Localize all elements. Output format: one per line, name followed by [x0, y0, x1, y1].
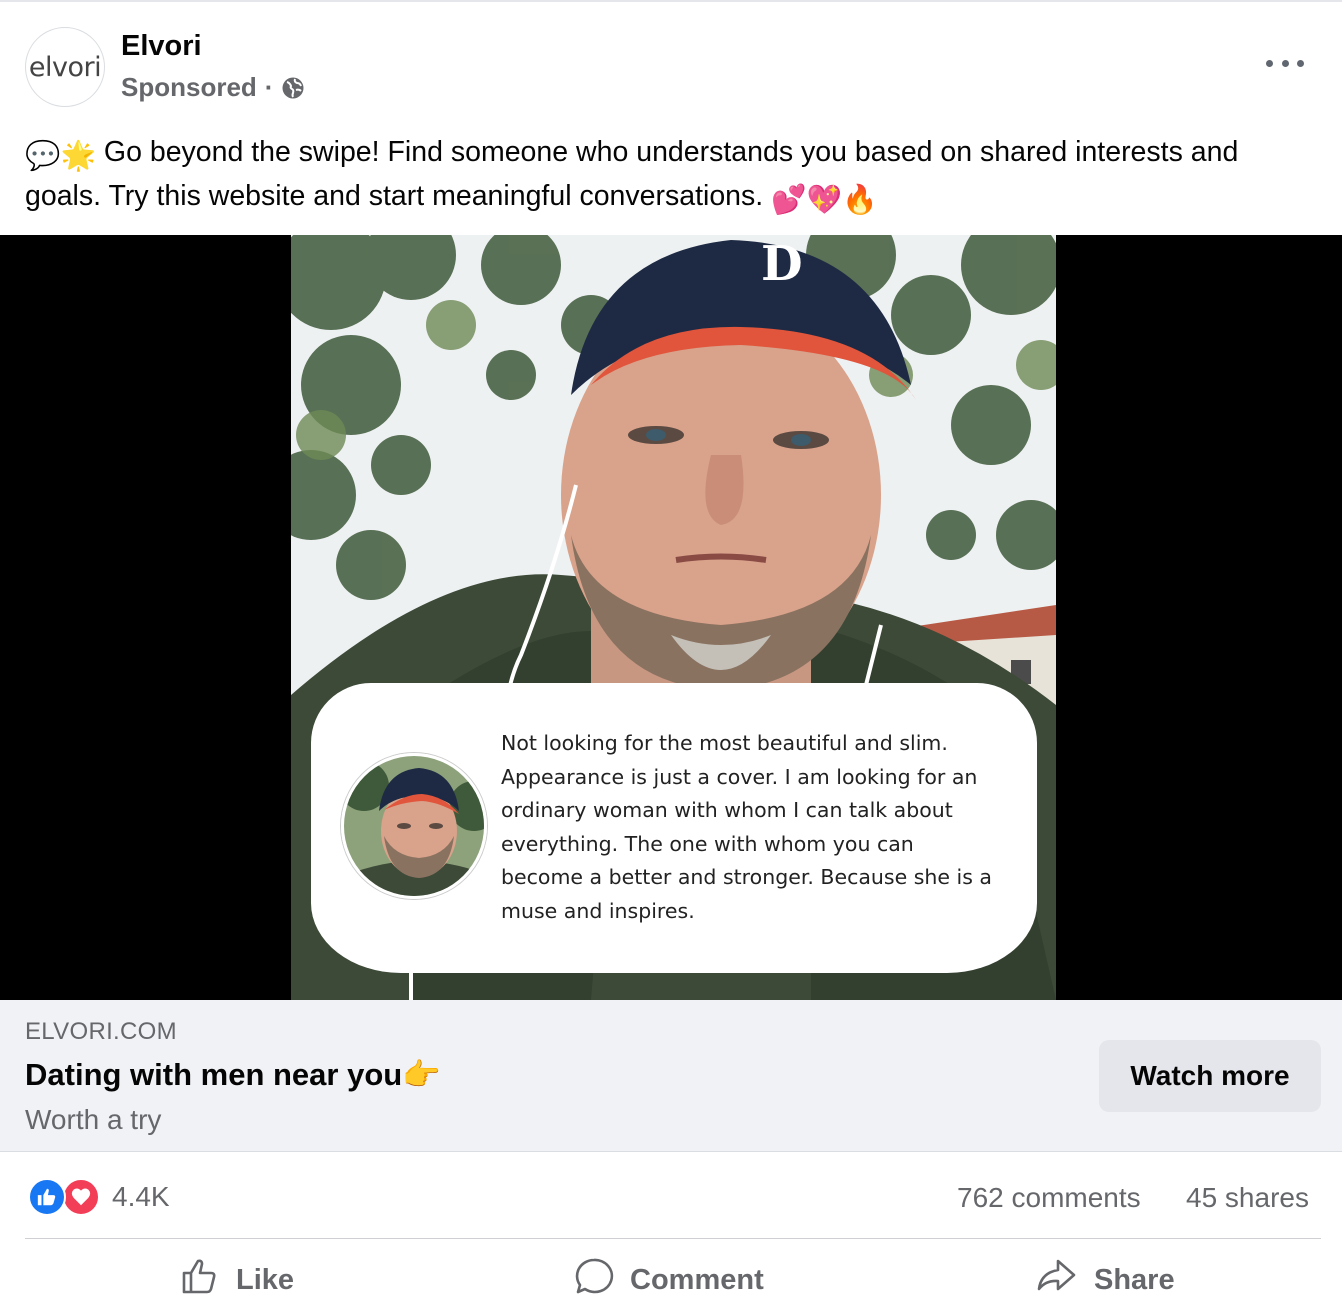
more-options-icon[interactable]	[1262, 50, 1308, 76]
caption-tail-emoji: 💕💖🔥	[771, 184, 878, 216]
link-domain[interactable]: ELVORI.COM	[25, 1018, 177, 1046]
like-button[interactable]: Like	[180, 1256, 294, 1304]
caption-lead-emoji: 💬🌟	[25, 140, 96, 172]
link-headline[interactable]: Dating with men near you👉	[25, 1056, 441, 1093]
post-stats: 4.4K 762 comments 45 shares	[0, 1154, 1342, 1238]
post-actions: Like Comment Share	[0, 1246, 1342, 1310]
reaction-count: 4.4K	[112, 1181, 170, 1212]
share-button[interactable]: Share	[1036, 1256, 1175, 1304]
share-label: Share	[1094, 1263, 1175, 1296]
post-meta: Sponsored ·	[121, 72, 305, 103]
page-avatar[interactable]: elvori	[25, 27, 105, 107]
love-reaction-icon	[62, 1178, 100, 1216]
reactions-summary[interactable]: 4.4K	[28, 1178, 170, 1216]
ad-photo[interactable]: D Not looking for the most beautiful and…	[291, 235, 1056, 1000]
globe-icon[interactable]	[281, 76, 305, 100]
link-subtitle: Worth a try	[25, 1104, 162, 1135]
page-name[interactable]: Elvori	[121, 30, 202, 63]
comment-icon	[574, 1256, 614, 1304]
comment-label: Comment	[630, 1263, 764, 1296]
sponsored-post: elvori Elvori Sponsored · 💬🌟 Go beyond t…	[0, 0, 1342, 1310]
link-preview[interactable]: ELVORI.COM Dating with men near you👉 Wor…	[0, 1000, 1342, 1152]
comments-count[interactable]: 762 comments	[957, 1182, 1141, 1214]
svg-text:D: D	[761, 236, 803, 292]
post-media[interactable]: D Not looking for the most beautiful and…	[0, 235, 1342, 1000]
post-caption: 💬🌟 Go beyond the swipe! Find someone who…	[25, 132, 1315, 220]
quote-avatar-image	[341, 753, 487, 899]
share-icon	[1036, 1256, 1078, 1304]
quote-text: Not looking for the most beautiful and s…	[501, 731, 992, 923]
comment-button[interactable]: Comment	[574, 1256, 764, 1304]
like-reaction-icon	[28, 1178, 66, 1216]
sponsored-label[interactable]: Sponsored	[121, 72, 257, 103]
post-header: elvori Elvori Sponsored ·	[0, 2, 1342, 122]
avatar-logo-text: elvori	[28, 51, 102, 83]
pointing-hand-emoji: 👉	[402, 1057, 441, 1092]
actions-divider	[25, 1238, 1321, 1239]
meta-separator: ·	[264, 72, 274, 102]
like-label: Like	[236, 1263, 295, 1296]
quote-card: Not looking for the most beautiful and s…	[311, 683, 1037, 973]
shares-count[interactable]: 45 shares	[1186, 1182, 1309, 1214]
caption-text: Go beyond the swipe! Find someone who un…	[25, 136, 1239, 212]
watch-more-button[interactable]: Watch more	[1099, 1040, 1321, 1112]
like-icon	[180, 1256, 220, 1304]
link-headline-text: Dating with men near you	[25, 1057, 403, 1092]
